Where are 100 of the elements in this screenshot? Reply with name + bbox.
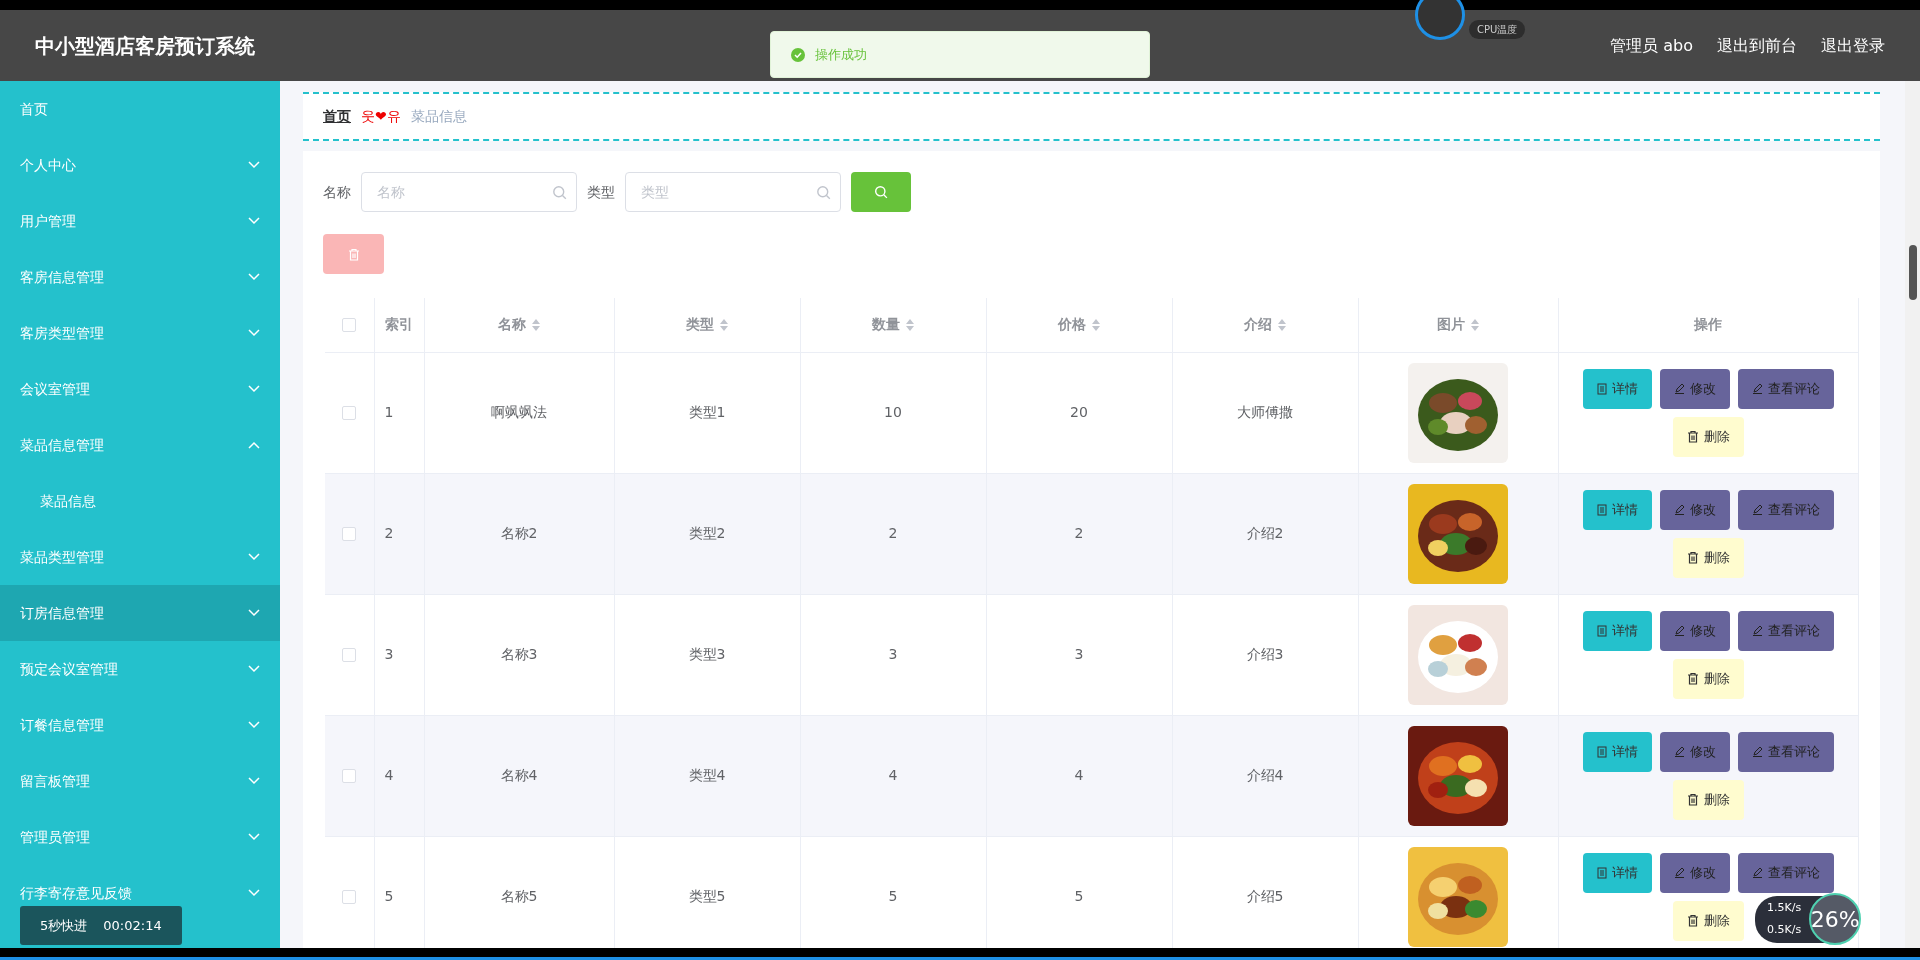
- detail-button[interactable]: 详情: [1582, 610, 1652, 651]
- document-icon: [1596, 382, 1607, 395]
- chevron-up-icon: [248, 441, 260, 449]
- document-icon: [1596, 503, 1607, 516]
- sort-icon: [530, 318, 541, 333]
- table-cell: 类型4: [614, 715, 800, 836]
- table-cell: 10: [800, 352, 986, 473]
- detail-button[interactable]: 详情: [1582, 731, 1652, 772]
- comments-button[interactable]: 查看评论: [1737, 368, 1834, 409]
- cpu-gauge: [1415, 0, 1465, 40]
- row-checkbox[interactable]: [342, 648, 357, 662]
- sidebar-item[interactable]: 会议室管理: [0, 361, 280, 417]
- table-cell: 名称4: [424, 715, 614, 836]
- search-field[interactable]: 名称: [361, 172, 577, 212]
- download-speed: 0.5K/s: [1767, 922, 1802, 938]
- comments-button[interactable]: 查看评论: [1737, 852, 1834, 893]
- delete-button[interactable]: 删除: [1672, 779, 1744, 820]
- chevron-down-icon: [248, 553, 260, 561]
- table-cell: 2: [374, 473, 424, 594]
- chevron-down-icon: [248, 721, 260, 729]
- pencil-icon: [1673, 746, 1685, 757]
- sidebar-item[interactable]: 菜品信息管理: [0, 417, 280, 473]
- table-cell: 大师傅撒: [1172, 352, 1358, 473]
- column-header[interactable]: 类型: [614, 298, 800, 352]
- table-cell: 名称3: [424, 594, 614, 715]
- detail-button[interactable]: 详情: [1582, 368, 1652, 409]
- row-checkbox[interactable]: [342, 769, 357, 783]
- header-link[interactable]: 退出到前台: [1717, 33, 1797, 58]
- sidebar-item[interactable]: 客房类型管理: [0, 305, 280, 361]
- row-checkbox[interactable]: [342, 406, 357, 420]
- edit-button[interactable]: 修改: [1659, 610, 1730, 651]
- sidebar-item[interactable]: 个人中心: [0, 137, 280, 193]
- sidebar-subitem[interactable]: 菜品信息: [0, 473, 280, 529]
- cpu-label: CPU温度: [1469, 19, 1526, 39]
- select-all-checkbox[interactable]: [342, 318, 357, 333]
- pencil-icon: [1673, 625, 1685, 636]
- sidebar-item[interactable]: 客房信息管理: [0, 249, 280, 305]
- sidebar-item[interactable]: 管理员管理: [0, 809, 280, 865]
- breadcrumb-item[interactable]: 首页: [323, 106, 351, 127]
- field-label: 名称: [323, 182, 351, 202]
- delete-button[interactable]: 删除: [1672, 416, 1744, 457]
- table-cell: 类型3: [614, 594, 800, 715]
- table-cell: 名称2: [424, 473, 614, 594]
- detail-button[interactable]: 详情: [1582, 489, 1652, 530]
- edit-button[interactable]: 修改: [1659, 852, 1730, 893]
- scrollbar-thumb[interactable]: [1909, 245, 1917, 300]
- upload-speed: 1.5K/s: [1767, 899, 1802, 916]
- pencil-icon: [1751, 625, 1763, 636]
- table-cell: 介绍4: [1172, 715, 1358, 836]
- row-checkbox[interactable]: [342, 890, 357, 904]
- chevron-down-icon: [248, 833, 260, 841]
- sidebar-item[interactable]: 预定会议室管理: [0, 641, 280, 697]
- field-label: 类型: [587, 182, 615, 202]
- chevron-down-icon: [248, 217, 260, 225]
- column-header: 操作: [1558, 298, 1858, 352]
- edit-button[interactable]: 修改: [1659, 368, 1730, 409]
- check-circle-icon: [791, 47, 805, 62]
- edit-button[interactable]: 修改: [1659, 731, 1730, 772]
- chevron-down-icon: [248, 329, 260, 337]
- search-button[interactable]: [851, 172, 911, 212]
- table-cell: 20: [986, 352, 1172, 473]
- column-header[interactable]: 价格: [986, 298, 1172, 352]
- edit-button[interactable]: 修改: [1659, 489, 1730, 530]
- sidebar-item[interactable]: 用户管理: [0, 193, 280, 249]
- comments-button[interactable]: 查看评论: [1737, 731, 1834, 772]
- comments-button[interactable]: 查看评论: [1737, 489, 1834, 530]
- pencil-icon: [1673, 867, 1685, 878]
- sidebar-item[interactable]: 菜品类型管理: [0, 529, 280, 585]
- sort-icon: [718, 318, 729, 333]
- search-field[interactable]: 类型: [625, 172, 841, 212]
- delete-button[interactable]: 删除: [1672, 658, 1744, 699]
- toast-message: 操作成功: [815, 45, 867, 64]
- table-cell: 4: [374, 715, 424, 836]
- chevron-down-icon: [248, 161, 260, 169]
- sort-icon: [904, 318, 915, 333]
- table-cell: 啊飒飒法: [424, 352, 614, 473]
- search-icon: [874, 185, 888, 199]
- pencil-icon: [1673, 383, 1685, 394]
- trash-icon: [1686, 793, 1699, 806]
- sidebar-item[interactable]: 订房信息管理: [0, 585, 280, 641]
- sidebar-item[interactable]: 留言板管理: [0, 753, 280, 809]
- column-header[interactable]: 名称: [424, 298, 614, 352]
- scrollbar[interactable]: [1905, 81, 1920, 948]
- comments-button[interactable]: 查看评论: [1737, 610, 1834, 651]
- delete-button[interactable]: 删除: [1672, 537, 1744, 578]
- header-link[interactable]: 退出登录: [1821, 33, 1885, 58]
- column-header[interactable]: 介绍: [1172, 298, 1358, 352]
- app-title: 中小型酒店客房预订系统: [35, 32, 255, 60]
- delete-button[interactable]: 删除: [1672, 900, 1744, 941]
- sidebar-item[interactable]: 首页: [0, 81, 280, 137]
- column-header[interactable]: 数量: [800, 298, 986, 352]
- trash-icon: [1686, 914, 1699, 927]
- table-cell: 4: [800, 715, 986, 836]
- detail-button[interactable]: 详情: [1582, 852, 1652, 893]
- trash-icon: [1686, 672, 1699, 685]
- row-checkbox[interactable]: [342, 527, 357, 541]
- table-cell: 类型1: [614, 352, 800, 473]
- column-header[interactable]: 图片: [1358, 298, 1558, 352]
- sidebar-item[interactable]: 订餐信息管理: [0, 697, 280, 753]
- table-cell: 类型2: [614, 473, 800, 594]
